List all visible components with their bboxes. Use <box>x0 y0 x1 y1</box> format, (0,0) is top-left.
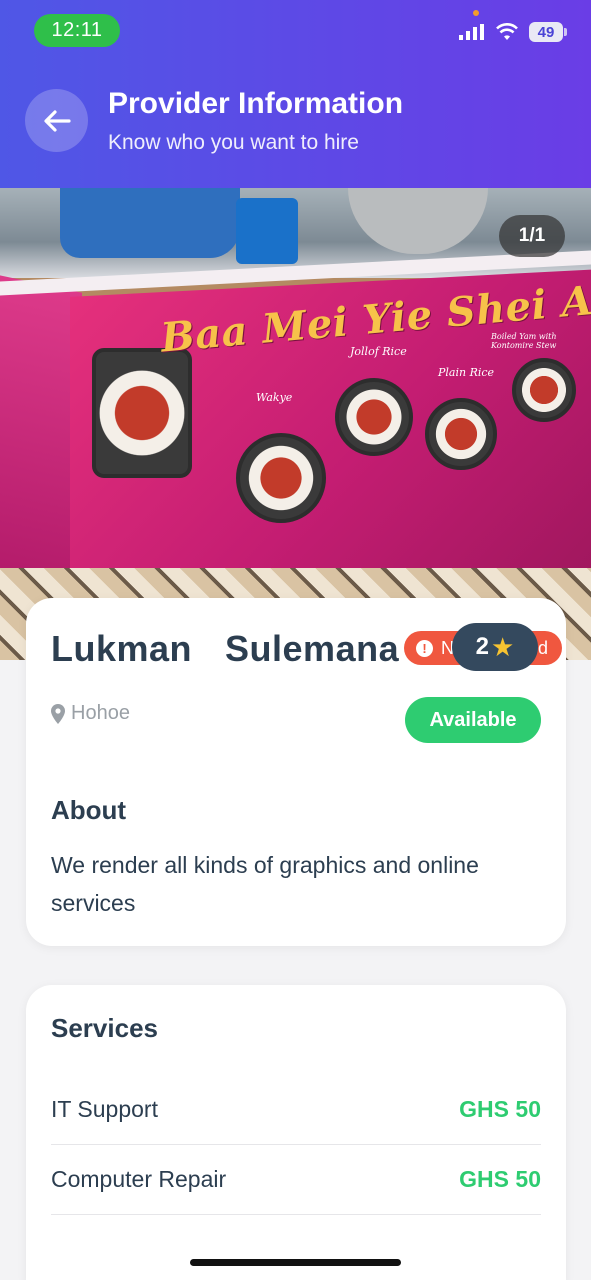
battery-icon: 49 <box>529 22 567 42</box>
verification-text-right: d <box>537 637 548 658</box>
status-bar: 12:11 49 <box>0 0 591 62</box>
image-counter: 1/1 <box>499 215 565 257</box>
location-text: Hohoe <box>71 702 130 724</box>
privacy-indicator-dot <box>473 10 479 16</box>
rating-badge: 2 ★ <box>452 623 538 671</box>
sign-dish-label: Wakye <box>256 391 293 404</box>
service-item[interactable]: Computer Repair GHS 50 <box>51 1145 541 1215</box>
provider-name: Lukman Sulemana <box>51 628 400 669</box>
about-text: We render all kinds of graphics and onli… <box>51 852 479 916</box>
sign-dish-label: Jollof Rice <box>350 345 407 358</box>
status-icons: 49 <box>459 22 567 42</box>
status-time: 12:11 <box>34 14 120 47</box>
service-price: GHS 50 <box>459 1166 541 1192</box>
back-button[interactable] <box>25 89 88 152</box>
map-pin-icon <box>51 703 65 724</box>
food-image <box>425 398 497 470</box>
food-image <box>335 378 413 456</box>
rating-value: 2 <box>475 633 490 660</box>
alert-icon: ! <box>416 639 433 657</box>
availability-badge: Available <box>405 697 541 743</box>
service-item[interactable]: IT Support GHS 50 <box>51 1075 541 1145</box>
provider-card: Lukman Sulemana ! N d 2 ★ Hohoe Availabl… <box>26 598 566 946</box>
page-title: Provider Information <box>108 87 404 120</box>
sign-dish-label: Plain Rice <box>438 366 495 379</box>
service-name: Computer Repair <box>51 1166 227 1192</box>
about-heading: About <box>51 795 127 825</box>
service-price: GHS 50 <box>459 1096 541 1122</box>
food-image <box>92 348 192 478</box>
page-subtitle: Know who you want to hire <box>108 131 359 154</box>
battery-level: 49 <box>529 22 563 42</box>
wifi-icon <box>496 23 518 40</box>
home-indicator[interactable] <box>190 1259 401 1266</box>
provider-photo[interactable] <box>0 188 591 660</box>
service-name: IT Support <box>51 1096 158 1122</box>
services-heading: Services <box>51 1013 158 1043</box>
signal-icon <box>459 24 484 40</box>
services-card: Services IT Support GHS 50 Computer Repa… <box>26 985 566 1280</box>
food-image <box>512 358 576 422</box>
sign-dish-label: Boiled Yam with Kontomire Stew <box>491 332 557 350</box>
food-image <box>236 433 326 523</box>
app-header: 12:11 49 Provider Information Know who y… <box>0 0 591 188</box>
arrow-left-icon <box>43 109 71 132</box>
location: Hohoe <box>51 702 130 725</box>
star-icon: ★ <box>491 631 515 662</box>
